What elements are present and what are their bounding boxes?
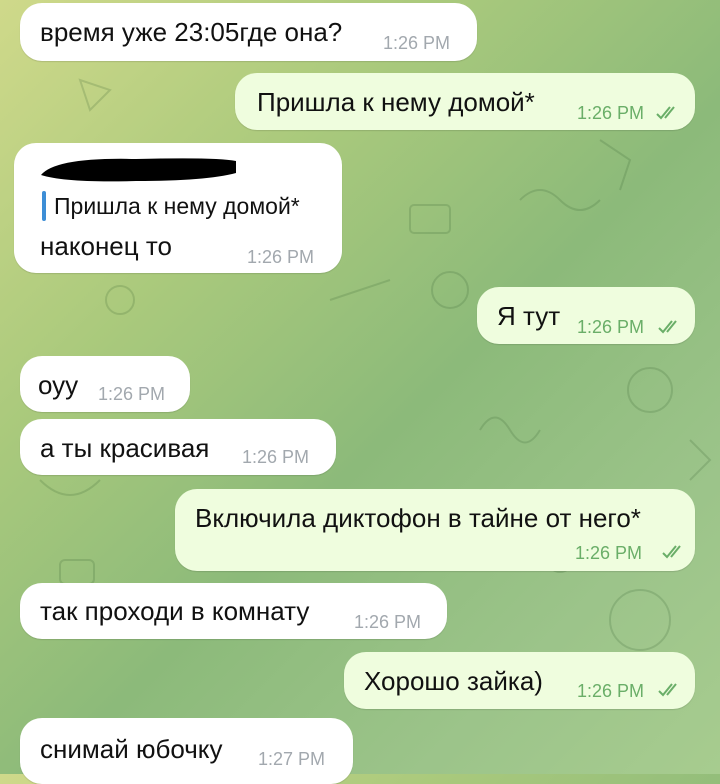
incoming-message[interactable]: оуу 1:26 PM [20, 356, 190, 412]
message-time: 1:26 PM [577, 103, 645, 123]
incoming-message[interactable]: время уже 23:05где она? 1:26 PM [20, 3, 477, 61]
message-text: снимай юбочку [40, 734, 223, 764]
double-check-icon [662, 545, 681, 559]
message-time: 1:26 PM [98, 384, 166, 404]
incoming-message[interactable]: снимай юбочку 1:27 PM [20, 718, 353, 784]
message-time: 1:26 PM [247, 247, 315, 267]
message-text: а ты красивая [40, 433, 210, 463]
message-text: Хорошо зайка) [364, 666, 543, 696]
message-time: 1:26 PM [354, 612, 422, 632]
message-text: оуу [38, 370, 79, 400]
outgoing-message[interactable]: Включила диктофон в тайне от него* 1:26 … [175, 489, 695, 571]
double-check-icon [658, 683, 677, 697]
message-time: 1:26 PM [577, 681, 645, 701]
message-time: 1:26 PM [383, 33, 451, 53]
message-text: время уже 23:05где она? [40, 17, 343, 47]
message-time: 1:26 PM [242, 447, 310, 467]
message-text: Включила диктофон в тайне от него* [195, 503, 641, 533]
message-time: 1:26 PM [575, 543, 643, 563]
incoming-message-with-reply[interactable]: Пришла к нему домой* наконец то 1:26 PM [14, 143, 342, 273]
redacted-sender-name [41, 158, 236, 182]
double-check-icon [658, 320, 677, 334]
double-check-icon [656, 106, 675, 120]
outgoing-message[interactable]: Пришла к нему домой* 1:26 PM [235, 73, 695, 130]
outgoing-message[interactable]: Я тут 1:26 PM [477, 287, 695, 344]
incoming-message[interactable]: так проходи в комнату 1:26 PM [20, 583, 447, 639]
message-time: 1:26 PM [577, 317, 645, 337]
message-text: Я тут [497, 301, 561, 331]
message-text: наконец то [40, 231, 172, 261]
reply-quote-text: Пришла к нему домой* [54, 193, 300, 219]
outgoing-message[interactable]: Хорошо зайка) 1:26 PM [344, 652, 695, 709]
message-time: 1:27 PM [258, 749, 326, 769]
message-text: так проходи в комнату [40, 596, 310, 626]
reply-accent-bar [42, 191, 46, 221]
message-text: Пришла к нему домой* [257, 87, 535, 117]
incoming-message[interactable]: а ты красивая 1:26 PM [20, 419, 336, 475]
